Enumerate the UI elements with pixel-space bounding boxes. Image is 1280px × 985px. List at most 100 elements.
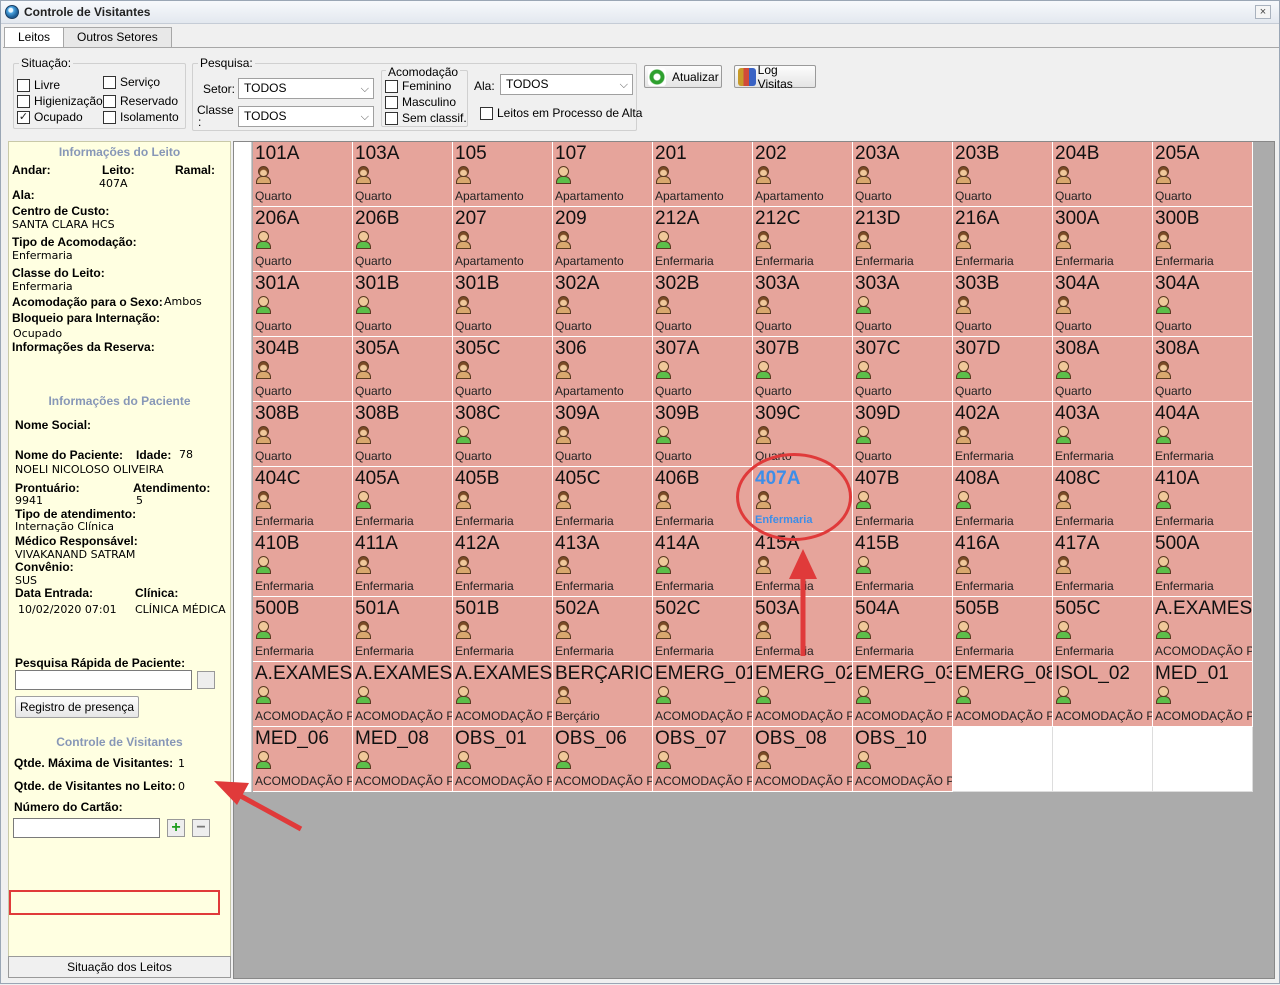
bed-cell[interactable]: 501B Enfermaria — [453, 597, 553, 662]
checkbox-box[interactable] — [385, 95, 398, 109]
bed-cell[interactable]: 407B Enfermaria — [853, 467, 953, 532]
situacao-leitos-button[interactable]: Situação dos Leitos — [8, 956, 231, 978]
livre-checkbox[interactable]: Livre — [17, 78, 60, 92]
bed-cell[interactable]: 405B Enfermaria — [453, 467, 553, 532]
bed-cell[interactable]: 305A Quarto — [353, 337, 453, 402]
tab-outros-setores[interactable]: Outros Setores — [63, 27, 172, 47]
checkbox-box[interactable] — [480, 106, 493, 120]
bed-cell[interactable]: 501A Enfermaria — [353, 597, 453, 662]
bed-cell[interactable]: EMERG_01 ACOMODAÇÃO P — [653, 662, 753, 727]
bed-cell[interactable]: 303A Quarto — [753, 272, 853, 337]
pesquisa-rapida-input[interactable] — [15, 670, 192, 690]
bed-cell[interactable]: 309A Quarto — [553, 402, 653, 467]
bed-cell[interactable]: 308C Quarto — [453, 402, 553, 467]
bed-cell[interactable]: OBS_07 ACOMODAÇÃO P — [653, 727, 753, 792]
bed-cell[interactable]: 203A Quarto — [853, 142, 953, 207]
bed-cell[interactable]: 307C Quarto — [853, 337, 953, 402]
isolamento-checkbox[interactable]: Isolamento — [103, 110, 179, 124]
bed-cell[interactable]: 309B Quarto — [653, 402, 753, 467]
bed-cell[interactable]: 402A Enfermaria — [953, 402, 1053, 467]
masculino-checkbox[interactable]: Masculino — [385, 95, 456, 109]
bed-cell[interactable]: 404A Enfermaria — [1153, 402, 1253, 467]
bed-cell[interactable]: 504A Enfermaria — [853, 597, 953, 662]
classe-select[interactable]: TODOS ⌵ — [238, 106, 374, 127]
processo-alta-checkbox[interactable]: Leitos em Processo de Alta — [480, 106, 642, 120]
bed-cell[interactable]: 500A Enfermaria — [1153, 532, 1253, 597]
bed-cell[interactable]: 301B Quarto — [453, 272, 553, 337]
bed-cell[interactable]: 413A Enfermaria — [553, 532, 653, 597]
checkbox-box[interactable] — [17, 94, 30, 108]
bed-cell[interactable]: 505B Enfermaria — [953, 597, 1053, 662]
bed-cell[interactable]: 216A Enfermaria — [953, 207, 1053, 272]
bed-cell[interactable]: 307B Quarto — [753, 337, 853, 402]
checkbox-box[interactable] — [103, 75, 116, 89]
higienizacao-checkbox[interactable]: Higienização — [17, 94, 103, 108]
bed-cell[interactable]: EMERG_08 ACOMODAÇÃO P — [953, 662, 1053, 727]
bed-cell[interactable]: 300B Enfermaria — [1153, 207, 1253, 272]
bed-cell[interactable]: 411A Enfermaria — [353, 532, 453, 597]
bed-cell[interactable]: BERÇARIO Berçário — [553, 662, 653, 727]
bed-cell[interactable]: 205A Quarto — [1153, 142, 1253, 207]
bed-cell[interactable]: 502C Enfermaria — [653, 597, 753, 662]
checkbox-box[interactable] — [385, 111, 398, 125]
bed-cell[interactable]: 101A Quarto — [253, 142, 353, 207]
log-visitas-button[interactable]: Log Visitas — [734, 63, 816, 91]
bed-cell[interactable]: OBS_08 ACOMODAÇÃO P — [753, 727, 853, 792]
bed-cell[interactable]: MED_06 ACOMODAÇÃO P — [253, 727, 353, 792]
bed-cell[interactable]: 206A Quarto — [253, 207, 353, 272]
bed-cell[interactable]: 105 Apartamento — [453, 142, 553, 207]
ala-select[interactable]: TODOS ⌵ — [500, 74, 633, 95]
bed-cell[interactable]: 303A Quarto — [853, 272, 953, 337]
bed-cell[interactable]: 417A Enfermaria — [1053, 532, 1153, 597]
reservado-checkbox[interactable]: Reservado — [103, 94, 178, 108]
bed-cell[interactable]: 103A Quarto — [353, 142, 453, 207]
bed-cell[interactable]: 202 Apartamento — [753, 142, 853, 207]
remove-icon[interactable]: − — [192, 819, 210, 837]
bed-cell[interactable]: 308A Quarto — [1053, 337, 1153, 402]
chevron-down-icon[interactable]: ⌵ — [620, 76, 628, 95]
bed-cell[interactable]: 107 Apartamento — [553, 142, 653, 207]
checkbox-box[interactable] — [17, 78, 30, 92]
chevron-down-icon[interactable]: ⌵ — [361, 80, 369, 99]
bed-cell[interactable]: 301A Quarto — [253, 272, 353, 337]
servico-checkbox[interactable]: Serviço — [103, 75, 160, 89]
bed-cell[interactable]: A.EXAMES ACOMODAÇÃO P — [353, 662, 453, 727]
bed-cell[interactable]: 307A Quarto — [653, 337, 753, 402]
bed-cell[interactable]: MED_08 ACOMODAÇÃO P — [353, 727, 453, 792]
bed-cell[interactable]: 212A Enfermaria — [653, 207, 753, 272]
bed-cell[interactable]: 302A Quarto — [553, 272, 653, 337]
bed-cell[interactable]: OBS_10 ACOMODAÇÃO P — [853, 727, 953, 792]
bed-cell[interactable]: 415B Enfermaria — [853, 532, 953, 597]
bed-cell[interactable]: 308B Quarto — [253, 402, 353, 467]
feminino-checkbox[interactable]: Feminino — [385, 79, 451, 93]
bed-cell[interactable]: 403A Enfermaria — [1053, 402, 1153, 467]
bed-cell[interactable]: 500B Enfermaria — [253, 597, 353, 662]
bed-cell[interactable]: ISOL_02 ACOMODAÇÃO P — [1053, 662, 1153, 727]
bed-cell[interactable]: 308B Quarto — [353, 402, 453, 467]
bed-cell[interactable]: 408C Enfermaria — [1053, 467, 1153, 532]
bed-cell[interactable]: 213D Enfermaria — [853, 207, 953, 272]
registro-presenca-button[interactable]: Registro de presença — [15, 696, 139, 718]
bed-cell[interactable]: MED_01 ACOMODAÇÃO P — [1153, 662, 1253, 727]
bed-cell[interactable]: 302B Quarto — [653, 272, 753, 337]
bed-cell[interactable]: 207 Apartamento — [453, 207, 553, 272]
chevron-down-icon[interactable]: ⌵ — [361, 108, 369, 127]
tab-leitos[interactable]: Leitos — [4, 27, 65, 48]
checkbox-box[interactable] — [385, 79, 398, 93]
bed-cell[interactable]: 204B Quarto — [1053, 142, 1153, 207]
bed-cell[interactable]: 212C Enfermaria — [753, 207, 853, 272]
bed-cell[interactable]: EMERG_02 ACOMODAÇÃO P — [753, 662, 853, 727]
atualizar-button[interactable]: Atualizar — [644, 65, 722, 88]
bed-cell[interactable]: A.EXAMES ACOMODAÇÃO P — [1153, 597, 1253, 662]
bed-cell[interactable]: 410A Enfermaria — [1153, 467, 1253, 532]
bed-cell[interactable]: 405C Enfermaria — [553, 467, 653, 532]
bed-cell[interactable]: 303B Quarto — [953, 272, 1053, 337]
sem-classif-checkbox[interactable]: Sem classif. — [385, 111, 467, 125]
checkbox-box[interactable] — [103, 94, 116, 108]
bed-cell[interactable]: OBS_06 ACOMODAÇÃO P — [553, 727, 653, 792]
bed-cell[interactable]: 300A Enfermaria — [1053, 207, 1153, 272]
bed-cell[interactable]: 305C Quarto — [453, 337, 553, 402]
pesquisa-rapida-button[interactable] — [197, 671, 215, 689]
bed-cell[interactable]: 307D Quarto — [953, 337, 1053, 402]
bed-cell[interactable]: 408A Enfermaria — [953, 467, 1053, 532]
